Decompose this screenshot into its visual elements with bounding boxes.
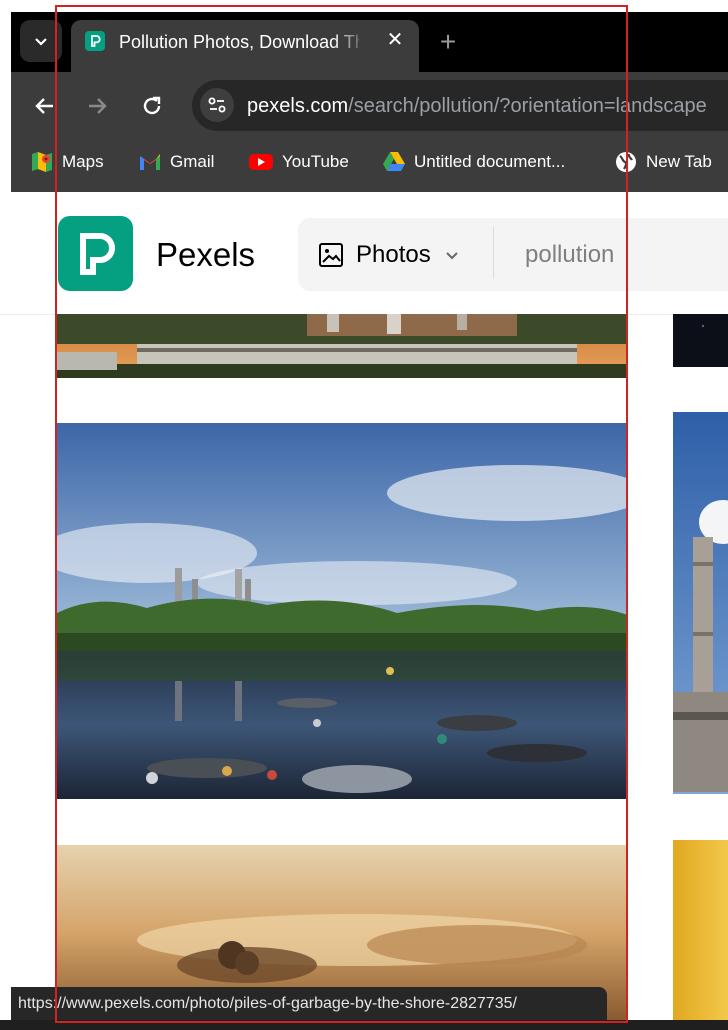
bookmark-maps[interactable]: Maps [30, 148, 104, 176]
photo-factory-landscape[interactable] [57, 314, 628, 378]
bookmark-new-tab[interactable]: New Tab [614, 148, 712, 176]
globe-icon [616, 152, 636, 172]
tune-icon [208, 97, 226, 113]
chevron-down-icon [446, 252, 458, 260]
tab-search-button[interactable] [20, 20, 62, 62]
url-path: /search/pollution/?orientation=landscape [348, 95, 707, 117]
arrow-left-icon [35, 98, 53, 114]
search-divider [493, 227, 494, 279]
site-info-button[interactable] [200, 88, 234, 122]
reload-button[interactable] [137, 92, 167, 120]
bookmark-label: Untitled document... [414, 152, 566, 171]
page-top-strip [0, 0, 728, 12]
search-type-label: Photos [356, 241, 431, 268]
tab-title: Pollution Photos, Download The BEST Free… [119, 32, 359, 52]
back-button[interactable] [30, 92, 60, 120]
url-host: pexels.com [247, 95, 349, 117]
chevron-down-icon [35, 38, 47, 46]
photo-garbage-by-shore[interactable] [57, 423, 628, 799]
browser-tab-active[interactable]: Pollution Photos, Download The BEST Free… [71, 20, 419, 72]
image-icon [319, 243, 343, 267]
pexels-favicon-icon [85, 31, 105, 51]
reload-icon [143, 96, 161, 115]
address-url[interactable]: pexels.com/search/pollution/?orientation… [247, 92, 728, 120]
bookmark-gmail[interactable]: Gmail [138, 148, 214, 176]
link-status-url: https://www.pexels.com/photo/piles-of-ga… [11, 987, 607, 1020]
search-input[interactable]: pollution [525, 238, 614, 272]
pexels-logo-icon [80, 233, 115, 275]
bookmark-label: Gmail [170, 152, 215, 171]
gmail-icon [140, 154, 160, 170]
bookmark-youtube[interactable]: YouTube [248, 148, 349, 176]
brand-name[interactable]: Pexels [156, 234, 255, 276]
new-tab-button[interactable]: + [434, 28, 462, 56]
bookmark-label: YouTube [282, 152, 349, 171]
tab-close-button[interactable]: ✕ [383, 28, 407, 52]
taskbar-edge [0, 1020, 728, 1030]
bookmark-label: New Tab [646, 152, 712, 171]
youtube-icon [249, 154, 273, 170]
search-type-dropdown[interactable]: Photos [318, 238, 473, 272]
arrow-right-icon [89, 98, 107, 114]
bookmark-untitled-document[interactable]: Untitled document... [382, 148, 565, 176]
photo-right-smokestack[interactable] [673, 412, 728, 794]
photo-right-yellow[interactable] [673, 840, 728, 1021]
forward-button[interactable] [82, 92, 112, 120]
photo-right-night[interactable] [673, 314, 728, 367]
google-drive-icon [383, 152, 405, 171]
pexels-logo[interactable] [58, 216, 133, 291]
maps-icon [32, 152, 52, 172]
bookmark-label: Maps [62, 152, 104, 171]
